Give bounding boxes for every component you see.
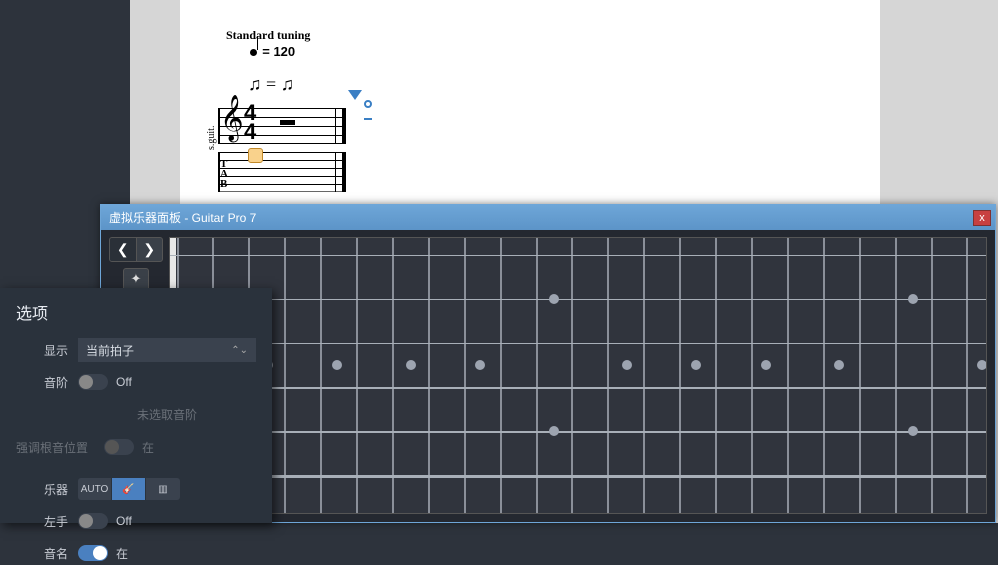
fret-line bbox=[643, 238, 645, 513]
tablature-staff[interactable] bbox=[218, 152, 346, 192]
fret-inlay-dot bbox=[761, 360, 771, 370]
panel-title: 虚拟乐器面板 - Guitar Pro 7 bbox=[105, 209, 973, 226]
fret-line bbox=[571, 238, 573, 513]
whole-rest-icon bbox=[280, 120, 295, 125]
instrument-auto-button[interactable]: AUTO bbox=[78, 478, 112, 500]
options-popup: 选项 显示 当前拍子 ⌃⌄ 音阶 Off 未选取音阶 强调根音位置 在 乐器 A… bbox=[0, 288, 272, 523]
left-hand-toggle[interactable] bbox=[78, 513, 108, 529]
note-name-row: 音名 在 bbox=[16, 541, 256, 565]
fret-inlay-dot bbox=[332, 360, 342, 370]
fret-inlay-dot bbox=[622, 360, 632, 370]
string-line[interactable] bbox=[170, 299, 986, 300]
fret-line bbox=[679, 238, 681, 513]
root-toggle bbox=[104, 439, 134, 455]
tempo-value: = 120 bbox=[262, 44, 295, 59]
fretboard-nav: ❮ ❯ bbox=[109, 237, 163, 262]
left-hand-row: 左手 Off bbox=[16, 509, 256, 533]
left-hand-label: 左手 bbox=[16, 513, 78, 530]
fret-inlay-dot bbox=[908, 294, 918, 304]
options-title: 选项 bbox=[16, 300, 256, 324]
left-hand-state: Off bbox=[116, 514, 132, 528]
display-dropdown[interactable]: 当前拍子 ⌃⌄ bbox=[78, 338, 256, 362]
scale-toggle-state: Off bbox=[116, 375, 132, 389]
playhead-marker-icon[interactable] bbox=[348, 90, 362, 100]
root-row: 强调根音位置 在 bbox=[16, 435, 256, 459]
fret-line bbox=[607, 238, 609, 513]
string-line[interactable] bbox=[170, 387, 986, 389]
instrument-row: 乐器 AUTO 🎸 ▥ bbox=[16, 477, 256, 501]
options-gear-button[interactable]: ✦ bbox=[123, 268, 149, 290]
display-label: 显示 bbox=[16, 342, 78, 359]
fret-inlay-dot bbox=[977, 360, 987, 370]
instrument-label: 乐器 bbox=[16, 481, 78, 498]
fret-line bbox=[500, 238, 502, 513]
string-line[interactable] bbox=[170, 431, 986, 433]
close-button[interactable]: x bbox=[973, 210, 991, 226]
fretboard-prev-button[interactable]: ❮ bbox=[110, 238, 137, 261]
fret-line bbox=[320, 238, 322, 513]
edit-cursor[interactable] bbox=[248, 148, 263, 163]
string-line[interactable] bbox=[170, 475, 986, 478]
scale-toggle[interactable] bbox=[78, 374, 108, 390]
fret-line bbox=[284, 238, 286, 513]
fretboard[interactable] bbox=[169, 237, 987, 514]
loop-dash-icon bbox=[364, 118, 372, 120]
fret-line bbox=[715, 238, 717, 513]
fret-line bbox=[392, 238, 394, 513]
scale-label: 音阶 bbox=[16, 374, 78, 391]
fret-inlay-dot bbox=[691, 360, 701, 370]
panel-toolbar: ❮ ❯ ✦ bbox=[109, 237, 163, 290]
fret-line bbox=[464, 238, 466, 513]
fret-line bbox=[428, 238, 430, 513]
scale-hint-row: 未选取音阶 bbox=[16, 402, 256, 427]
time-signature: 44 bbox=[244, 104, 256, 141]
fret-line bbox=[536, 238, 538, 513]
instrument-guitar-button[interactable]: 🎸 bbox=[112, 478, 146, 500]
display-row: 显示 当前拍子 ⌃⌄ bbox=[16, 338, 256, 362]
fretboard-next-button[interactable]: ❯ bbox=[137, 238, 163, 261]
fret-line bbox=[859, 238, 861, 513]
fret-inlay-dot bbox=[834, 360, 844, 370]
instrument-segmented: AUTO 🎸 ▥ bbox=[78, 478, 180, 500]
fret-inlay-dot bbox=[549, 426, 559, 436]
fret-inlay-dot bbox=[908, 426, 918, 436]
instrument-piano-button[interactable]: ▥ bbox=[146, 478, 180, 500]
note-name-label: 音名 bbox=[16, 545, 78, 562]
scale-hint: 未选取音阶 bbox=[78, 402, 256, 427]
fret-inlay-dot bbox=[549, 294, 559, 304]
tuning-label: Standard tuning bbox=[226, 28, 310, 43]
string-line[interactable] bbox=[170, 343, 986, 344]
treble-clef-icon: 𝄞 bbox=[220, 98, 244, 138]
fret-line bbox=[751, 238, 753, 513]
panel-titlebar[interactable]: 虚拟乐器面板 - Guitar Pro 7 x bbox=[101, 205, 995, 230]
root-label: 强调根音位置 bbox=[16, 439, 98, 456]
string-line[interactable] bbox=[170, 255, 986, 256]
note-name-toggle[interactable] bbox=[78, 545, 108, 561]
root-toggle-state: 在 bbox=[142, 439, 154, 456]
scale-row: 音阶 Off bbox=[16, 370, 256, 394]
fret-line bbox=[931, 238, 933, 513]
fret-line bbox=[966, 238, 968, 513]
tab-clef: T A B bbox=[220, 160, 228, 190]
fret-inlay-dot bbox=[406, 360, 416, 370]
fret-line bbox=[895, 238, 897, 513]
note-name-state: 在 bbox=[116, 545, 128, 562]
swing-feel-marking: ♫ = ♫ bbox=[248, 74, 294, 95]
tempo-marking: = 120 bbox=[250, 44, 295, 60]
loop-marker-icon[interactable] bbox=[364, 100, 372, 108]
fret-line bbox=[787, 238, 789, 513]
chevron-updown-icon: ⌃⌄ bbox=[231, 345, 248, 356]
track-name-label: s.guit. bbox=[206, 126, 217, 150]
display-value: 当前拍子 bbox=[86, 342, 134, 359]
fret-inlay-dot bbox=[475, 360, 485, 370]
fret-line bbox=[356, 238, 358, 513]
fret-line bbox=[823, 238, 825, 513]
